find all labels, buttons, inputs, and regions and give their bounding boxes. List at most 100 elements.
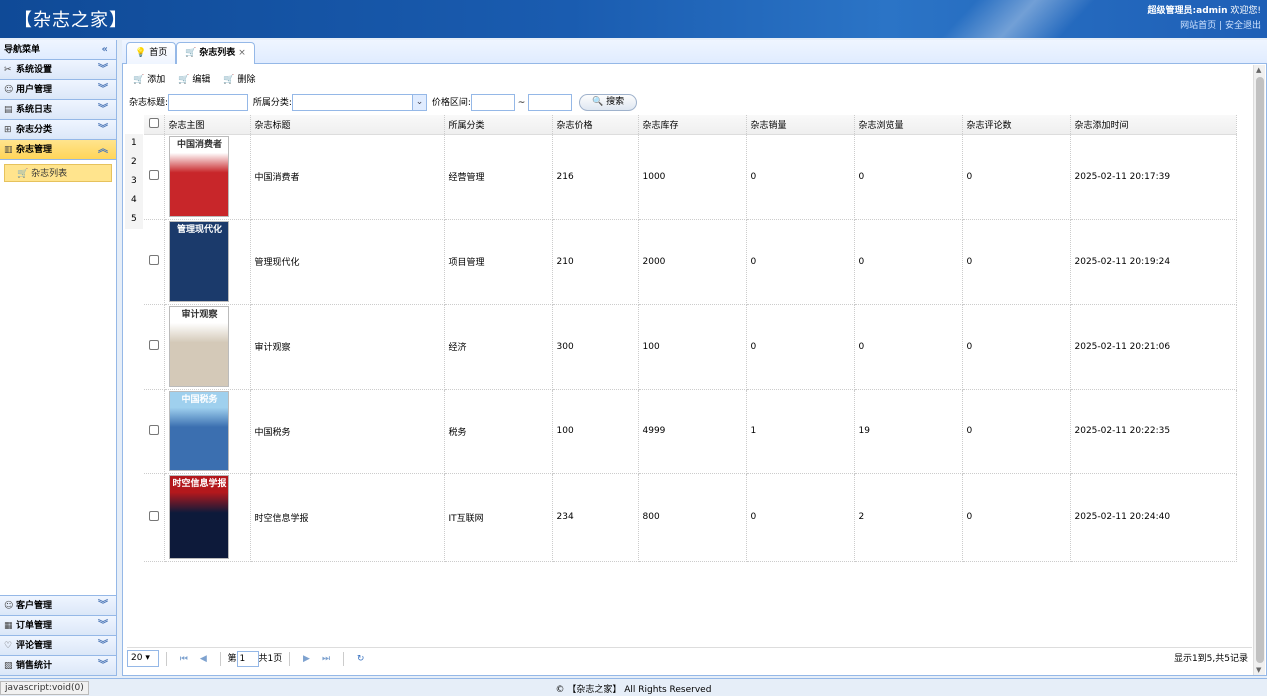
- add-button[interactable]: 🛒 添加: [133, 72, 165, 88]
- comments-cell: 0: [962, 389, 1071, 474]
- column-header-title[interactable]: 杂志标题: [250, 115, 445, 135]
- app-header: 【杂志之家】 超级管理员:admin 欢迎您! 网站首页 | 安全退出: [0, 0, 1267, 38]
- title-cell: 中国消费者: [250, 134, 445, 220]
- edit-button[interactable]: 🛒 编辑: [178, 72, 210, 88]
- title-cell: 审计观察: [250, 304, 445, 390]
- cover-cell: 管理现代化: [164, 219, 251, 305]
- sidebar-subitem-magazine-list[interactable]: 🛒 杂志列表: [4, 164, 112, 182]
- column-header-cover[interactable]: 杂志主图: [164, 115, 251, 135]
- tab-label: 杂志列表: [199, 48, 236, 58]
- logout-link[interactable]: 安全退出: [1225, 21, 1261, 31]
- row-checkbox[interactable]: [148, 170, 159, 180]
- row-select-cell[interactable]: [144, 134, 165, 220]
- close-tab-icon[interactable]: ×: [238, 48, 246, 58]
- delete-button[interactable]: 🛒 删除: [223, 72, 255, 88]
- prev-page-icon[interactable]: ◀: [200, 648, 207, 670]
- tab-magazine-list[interactable]: 🛒 杂志列表 ×: [176, 42, 255, 64]
- cover-title-text: 中国消费者: [176, 140, 222, 150]
- title-search-label: 杂志标题:: [129, 98, 169, 108]
- page-size-select[interactable]: 20 ▾: [127, 650, 159, 667]
- scroll-down-icon[interactable]: ▼: [1256, 666, 1261, 674]
- views-cell: 0: [854, 134, 963, 220]
- column-header-added-time[interactable]: 杂志添加时间: [1070, 115, 1237, 135]
- copyright-text: © 【杂志之家】 All Rights Reserved: [555, 685, 712, 695]
- sidebar-item-sales-statistics[interactable]: ▧ 销售统计 ︾: [0, 656, 116, 676]
- table-row[interactable]: 中国消费者 中国消费者 经营管理 216 1000 0 0 0 2025-02-11 20:17…: [144, 134, 1237, 220]
- row-select-cell[interactable]: [144, 389, 165, 474]
- table-row[interactable]: 时空信息学报 时空信息学报 IT互联网 234 800 0 2 0 2025-02-11 20:…: [144, 473, 1237, 562]
- table-row[interactable]: 管理现代化 管理现代化 项目管理 210 2000 0 0 0 2025-02-11 20:19…: [144, 219, 1237, 305]
- page-number-input[interactable]: 1: [236, 650, 259, 667]
- row-checkbox[interactable]: [148, 510, 159, 521]
- cover-title-text: 时空信息学报: [172, 479, 227, 489]
- sidebar-submenu: 🛒 杂志列表: [0, 160, 116, 596]
- chevron-down-icon: ︾: [98, 124, 108, 135]
- cover-title-text: 中国税务: [181, 395, 218, 405]
- sidebar-item-user-management[interactable]: ☺ 用户管理 ︾: [0, 80, 116, 100]
- magazine-cover-image: 中国税务: [168, 391, 229, 471]
- added-time-cell: 2025-02-11 20:21:06: [1070, 304, 1237, 390]
- scrollbar-thumb[interactable]: [1256, 77, 1264, 663]
- table-row[interactable]: 中国税务 中国税务 税务 100 4999 1 19 0 2025-02-11 20:22:35: [144, 389, 1237, 474]
- log-icon: ▤: [4, 105, 13, 115]
- stock-cell: 800: [638, 473, 747, 562]
- row-select-cell[interactable]: [144, 304, 165, 390]
- users-icon: ☺: [4, 85, 14, 95]
- delete-icon: 🛒: [223, 75, 235, 85]
- price-max-input[interactable]: [528, 94, 573, 111]
- user-info: 超级管理员:admin 欢迎您! 网站首页 | 安全退出: [1148, 4, 1261, 34]
- column-header-stock[interactable]: 杂志库存: [638, 115, 747, 135]
- row-number: 5: [125, 210, 143, 229]
- sidebar-item-system-settings[interactable]: ✂ 系统设置 ︾: [0, 60, 116, 80]
- magazine-icon: ▥: [4, 145, 13, 155]
- column-header-comments[interactable]: 杂志评论数: [962, 115, 1071, 135]
- tab-bar: 💡 首页 🛒 杂志列表 ×: [122, 40, 1267, 64]
- views-cell: 0: [854, 219, 963, 305]
- cart-icon: 🛒: [185, 48, 197, 58]
- added-time-cell: 2025-02-11 20:17:39: [1070, 134, 1237, 220]
- sidebar-item-order-management[interactable]: ▦ 订单管理 ︾: [0, 616, 116, 636]
- delete-label: 删除: [237, 75, 256, 85]
- scroll-up-icon[interactable]: ▲: [1256, 66, 1261, 74]
- column-header-price[interactable]: 杂志价格: [552, 115, 639, 135]
- sidebar-item-customer-management[interactable]: ☺ 客户管理 ︾: [0, 596, 116, 616]
- user-name: admin: [1196, 6, 1228, 16]
- last-page-icon[interactable]: ⏭: [322, 648, 330, 670]
- column-header-sales[interactable]: 杂志销量: [746, 115, 855, 135]
- stock-cell: 1000: [638, 134, 747, 220]
- sidebar-item-magazine-management[interactable]: ▥ 杂志管理 ︽: [0, 140, 116, 160]
- collapse-sidebar-icon[interactable]: «: [102, 40, 108, 60]
- title-search-input[interactable]: [168, 94, 249, 111]
- category-select[interactable]: ⌄: [291, 94, 427, 111]
- magazine-cover-image: 中国消费者: [168, 136, 229, 217]
- price-cell: 234: [552, 473, 639, 562]
- sidebar-item-magazine-category[interactable]: ⊞ 杂志分类 ︾: [0, 120, 116, 140]
- search-button[interactable]: 🔍 搜索: [579, 94, 638, 111]
- table-row[interactable]: 审计观察 审计观察 经济 300 100 0 0 0 2025-02-11 20:21:06: [144, 304, 1237, 390]
- site-home-link[interactable]: 网站首页: [1180, 21, 1216, 31]
- row-checkbox[interactable]: [148, 340, 159, 350]
- row-checkbox[interactable]: [148, 255, 159, 265]
- refresh-icon[interactable]: ↻: [357, 648, 365, 670]
- add-label: 添加: [147, 75, 166, 85]
- sidebar-item-comment-management[interactable]: ♡ 评论管理 ︾: [0, 636, 116, 656]
- first-page-icon[interactable]: ⏮: [180, 648, 188, 670]
- column-header-category[interactable]: 所属分类: [444, 115, 553, 135]
- price-cell: 216: [552, 134, 639, 220]
- row-select-cell[interactable]: [144, 219, 165, 305]
- row-select-cell[interactable]: [144, 473, 165, 562]
- tools-icon: ✂: [4, 65, 12, 75]
- sidebar-item-label: 用户管理: [16, 85, 53, 95]
- vertical-scrollbar[interactable]: ▲ ▼: [1253, 65, 1265, 675]
- sidebar-item-system-log[interactable]: ▤ 系统日志 ︾: [0, 100, 116, 120]
- column-header-views[interactable]: 杂志浏览量: [854, 115, 963, 135]
- views-cell: 2: [854, 473, 963, 562]
- select-all-header[interactable]: [144, 115, 165, 135]
- tab-home[interactable]: 💡 首页: [126, 42, 177, 64]
- comments-cell: 0: [962, 473, 1071, 562]
- next-page-icon[interactable]: ▶: [303, 648, 310, 670]
- price-min-input[interactable]: [470, 94, 515, 111]
- edit-label: 编辑: [192, 75, 211, 85]
- row-checkbox[interactable]: [148, 424, 159, 435]
- select-all-checkbox[interactable]: [148, 117, 159, 128]
